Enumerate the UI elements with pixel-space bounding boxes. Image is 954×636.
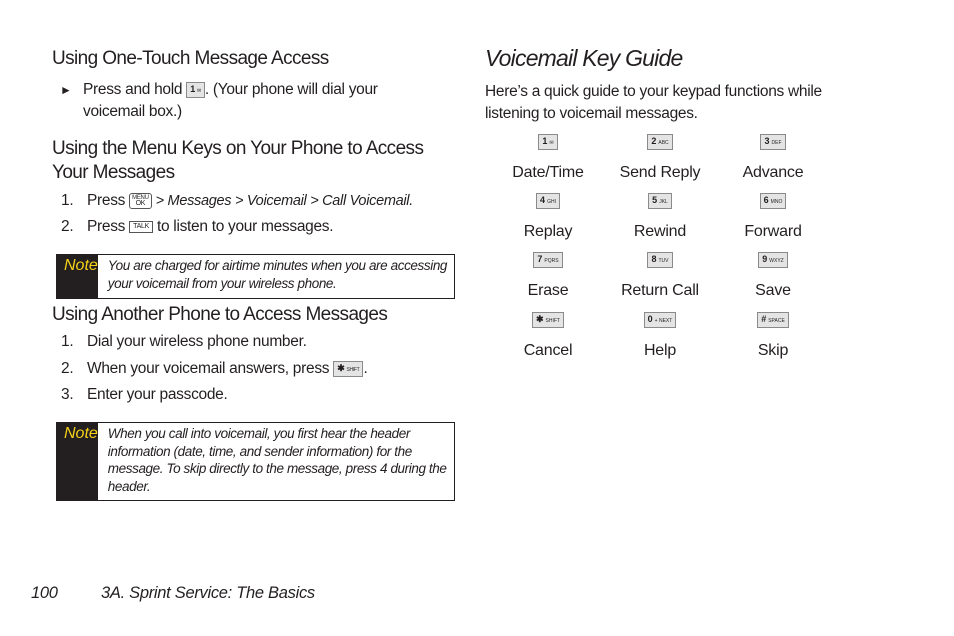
keypad-key-icon: 9 WXYZ — [758, 251, 788, 268]
key-function-label: Forward — [744, 223, 802, 240]
keypad-key-icon: 4 GHI — [536, 192, 560, 209]
keypad-key-icon: 7 PQRS — [533, 251, 563, 268]
key-guide-item: 6 MNO Forward — [717, 192, 829, 241]
key-function-label: Skip — [757, 342, 789, 359]
key-guide-item: 0 + NEXT Help — [604, 311, 716, 360]
menu-step-1: 1. Press MENU OK > Messages > Voicemail >… — [61, 192, 413, 209]
note-text: When you call into voicemail, you first … — [107, 426, 447, 494]
note-label: Note — [57, 255, 98, 298]
keypad-key-icon: ✱ SHIFT — [532, 311, 564, 328]
key-function-label: Advance — [742, 164, 804, 181]
note-airtime: Note You are charged for airtime minutes… — [56, 254, 455, 299]
keypad-key-icon: # SPACE — [757, 311, 789, 328]
keypad-key-icon: 0 + NEXT — [643, 311, 677, 328]
key-function-label: Erase — [527, 282, 569, 299]
talk-key-icon: TALK — [129, 220, 153, 233]
keypad-key-icon: 3 DEF — [760, 133, 786, 150]
key-1-icon: 1 ✉ — [186, 81, 205, 98]
key-function-label: Help — [643, 342, 677, 359]
key-function-label: Rewind — [633, 223, 687, 240]
heading-one-touch: Using One-Touch Message Access — [52, 48, 329, 69]
key-function-label: Cancel — [523, 342, 573, 359]
key-guide-item: 4 GHI Replay — [492, 192, 604, 241]
bullet-press-and-hold: ► Press and hold 1 ✉. (Your phone will di… — [60, 81, 378, 120]
menu-step-2: 2. Press TALK to listen to your messages… — [61, 218, 334, 235]
key-function-label: Return Call — [621, 282, 699, 299]
note-skip-header: Note When you call into voicemail, you f… — [56, 422, 455, 501]
key-guide-item: ✱ SHIFT Cancel — [492, 311, 604, 360]
guide-intro: Here’s a quick guide to your keypad func… — [485, 83, 822, 122]
key-star-icon: ✱ SHIFT — [333, 360, 364, 377]
key-function-label: Date/Time — [512, 164, 584, 181]
footer-section-title: 3A. Sprint Service: The Basics — [101, 584, 315, 602]
keypad-key-icon: 1 ✉ — [538, 133, 558, 150]
key-function-label: Save — [755, 282, 791, 299]
key-guide-item: 9 WXYZ Save — [717, 251, 829, 300]
another-step-3: 3. Enter your passcode. — [61, 386, 228, 403]
note-label: Note — [57, 423, 98, 500]
keypad-key-icon: 6 MNO — [759, 192, 787, 209]
key-function-label: Replay — [523, 223, 573, 240]
another-step-2: 2. When your voicemail answers, press ✱ S… — [61, 360, 368, 377]
key-guide-item: 3 DEF Advance — [717, 133, 829, 182]
keypad-key-icon: 8 TUV — [647, 251, 673, 268]
key-guide-item: 7 PQRS Erase — [492, 251, 604, 300]
key-guide-item: 1 ✉ Date/Time — [492, 133, 604, 182]
keypad-key-icon: 5 JKL — [648, 192, 672, 209]
keypad-key-icon: 2 ABC — [647, 133, 673, 150]
key-guide-item: 8 TUV Return Call — [604, 251, 716, 300]
key-function-label: Send Reply — [619, 164, 701, 181]
note-text: You are charged for airtime minutes when… — [107, 258, 448, 291]
key-guide-item: 5 JKL Rewind — [604, 192, 716, 241]
page-number: 100 — [31, 584, 58, 602]
heading-menu-keys: Using the Menu Keys on Your Phone to Acc… — [52, 138, 424, 183]
menu-ok-key-icon: MENU OK — [129, 192, 152, 209]
voicemail-key-guide-title: Voicemail Key Guide — [485, 45, 683, 71]
another-step-1: 1. Dial your wireless phone number. — [61, 333, 307, 350]
key-guide-item: # SPACE Skip — [717, 311, 829, 360]
heading-another-phone: Using Another Phone to Access Messages — [52, 304, 388, 325]
bullet-arrow-icon: ► — [60, 83, 72, 97]
key-guide-item: 2 ABC Send Reply — [604, 133, 716, 182]
